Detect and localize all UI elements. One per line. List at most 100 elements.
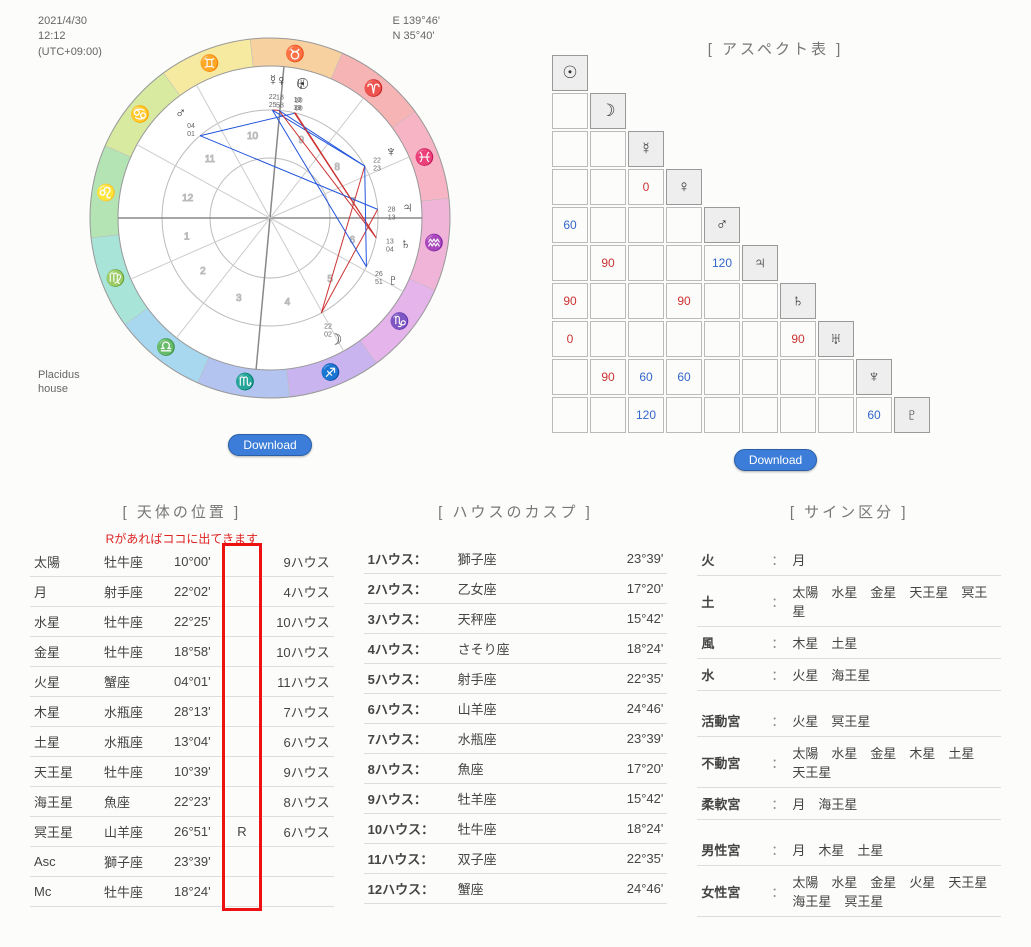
cusp-sign: 天秤座 xyxy=(454,604,577,634)
cusp-degree: 15°42' xyxy=(576,604,667,634)
download-chart-button[interactable]: Download xyxy=(228,434,311,456)
positions-table: 太陽 牡牛座 10°00' 9ハウス月 射手座 22°02' 4ハウス水星 牡牛… xyxy=(30,547,334,907)
svg-text:♊: ♊ xyxy=(200,53,220,72)
table-row: 9ハウス： 牡羊座 15°42' xyxy=(364,784,668,814)
classification-value: 月 海王星 xyxy=(788,788,1001,820)
svg-text:♋: ♋ xyxy=(130,104,150,123)
svg-text:2202: 2202 xyxy=(324,323,332,338)
cusp-sign: 水瓶座 xyxy=(454,724,577,754)
planet-name: 月 xyxy=(30,577,100,607)
aspect-cell: 90 xyxy=(552,283,588,319)
aspect-cell xyxy=(628,321,664,357)
cusp-sign: 射手座 xyxy=(454,664,577,694)
aspect-cell xyxy=(552,93,588,129)
svg-text:3: 3 xyxy=(236,293,242,304)
cusp-house: 11ハウス： xyxy=(364,844,454,874)
table-row: 2ハウス： 乙女座 17°20' xyxy=(364,574,668,604)
planet-degree: 18°58' xyxy=(170,637,230,667)
table-row: 土星 水瓶座 13°04' 6ハウス xyxy=(30,727,334,757)
table-row: 木星 水瓶座 28°13' 7ハウス xyxy=(30,697,334,727)
aspect-cell xyxy=(704,359,740,395)
planet-degree: 22°23' xyxy=(170,787,230,817)
planet-name: 火星 xyxy=(30,667,100,697)
classification-value: 太陽 水星 金星 木星 土星 天王星 xyxy=(788,737,1001,788)
planet-name: 天王星 xyxy=(30,757,100,787)
cusp-house: 9ハウス： xyxy=(364,784,454,814)
planet-house: 6ハウス xyxy=(254,727,334,757)
planet-sign: 蟹座 xyxy=(100,667,170,697)
aspect-cell xyxy=(628,283,664,319)
svg-text:♎: ♎ xyxy=(156,338,176,357)
svg-text:♒: ♒ xyxy=(424,233,444,252)
svg-text:2651: 2651 xyxy=(375,271,383,286)
table-row: 3ハウス： 天秤座 15°42' xyxy=(364,604,668,634)
classification-key: 水 xyxy=(697,659,767,691)
retrograde-flag xyxy=(230,637,254,667)
table-row: 柔軟宮 ： 月 海王星 xyxy=(697,788,1001,820)
cusp-degree: 18°24' xyxy=(576,814,667,844)
aspect-cell xyxy=(590,321,626,357)
classification-key: 土 xyxy=(697,576,767,627)
table-row: 11ハウス： 双子座 22°35' xyxy=(364,844,668,874)
table-row: 太陽 牡牛座 10°00' 9ハウス xyxy=(30,547,334,577)
aspect-cell xyxy=(666,397,702,433)
aspect-cell xyxy=(818,359,854,395)
aspect-header-mercury: ☿ xyxy=(628,131,664,167)
aspect-cell: 0 xyxy=(628,169,664,205)
svg-text:♄: ♄ xyxy=(400,235,411,252)
planet-sign: 魚座 xyxy=(100,787,170,817)
aspect-cell xyxy=(590,207,626,243)
svg-text:♉: ♉ xyxy=(285,44,305,63)
retrograde-flag xyxy=(230,787,254,817)
svg-text:1858: 1858 xyxy=(276,94,284,109)
planet-house: 8ハウス xyxy=(254,787,334,817)
table-row: 12ハウス： 蟹座 24°46' xyxy=(364,874,668,904)
cusp-house: 10ハウス： xyxy=(364,814,454,844)
table-row: 6ハウス： 山羊座 24°46' xyxy=(364,694,668,724)
svg-text:♅: ♅ xyxy=(295,76,306,93)
planet-sign: 獅子座 xyxy=(100,847,170,877)
aspect-cell xyxy=(742,283,778,319)
cusp-degree: 15°42' xyxy=(576,784,667,814)
cusps-title: [ ハウスのカスプ ] xyxy=(364,501,668,522)
cusp-house: 2ハウス： xyxy=(364,574,454,604)
cusp-degree: 24°46' xyxy=(576,694,667,724)
cusp-degree: 22°35' xyxy=(576,844,667,874)
planet-name: Mc xyxy=(30,877,100,907)
element-table: 火 ： 月土 ： 太陽 水星 金星 天王星 冥王星風 ： 木星 土星水 ： 火星… xyxy=(697,544,1001,691)
sign-division-title: [ サイン区分 ] xyxy=(697,501,1001,522)
cusp-sign: 牡牛座 xyxy=(454,814,577,844)
cusp-sign: 双子座 xyxy=(454,844,577,874)
aspect-cell xyxy=(704,321,740,357)
planet-house: 9ハウス xyxy=(254,547,334,577)
svg-text:♑: ♑ xyxy=(390,312,410,331)
download-aspect-button[interactable]: Download xyxy=(734,449,817,471)
planet-name: 冥王星 xyxy=(30,817,100,847)
cusp-degree: 18°24' xyxy=(576,634,667,664)
table-row: 不動宮 ： 太陽 水星 金星 木星 土星 天王星 xyxy=(697,737,1001,788)
planet-house: 11ハウス xyxy=(254,667,334,697)
svg-text:2813: 2813 xyxy=(388,206,396,221)
table-row: 海王星 魚座 22°23' 8ハウス xyxy=(30,787,334,817)
aspect-cell xyxy=(552,359,588,395)
planet-sign: 射手座 xyxy=(100,577,170,607)
aspect-cell xyxy=(552,131,588,167)
table-row: 男性宮 ： 月 木星 土星 xyxy=(697,834,1001,866)
svg-text:♂: ♂ xyxy=(175,105,186,122)
table-row: 冥王星 山羊座 26°51' R 6ハウス xyxy=(30,817,334,847)
aspect-cell xyxy=(742,321,778,357)
aspect-cell xyxy=(552,169,588,205)
aspect-cell xyxy=(666,245,702,281)
planet-degree: 10°00' xyxy=(170,547,230,577)
aspect-cell xyxy=(590,169,626,205)
table-row: 火 ： 月 xyxy=(697,544,1001,576)
retrograde-flag: R xyxy=(230,817,254,847)
aspect-cell xyxy=(552,245,588,281)
svg-text:♆: ♆ xyxy=(385,144,396,161)
cusp-house: 1ハウス： xyxy=(364,544,454,574)
aspect-cell: 120 xyxy=(704,245,740,281)
planet-house xyxy=(254,847,334,877)
classification-key: 火 xyxy=(697,544,767,576)
planet-sign: 山羊座 xyxy=(100,817,170,847)
classification-value: 月 木星 土星 xyxy=(788,834,1001,866)
